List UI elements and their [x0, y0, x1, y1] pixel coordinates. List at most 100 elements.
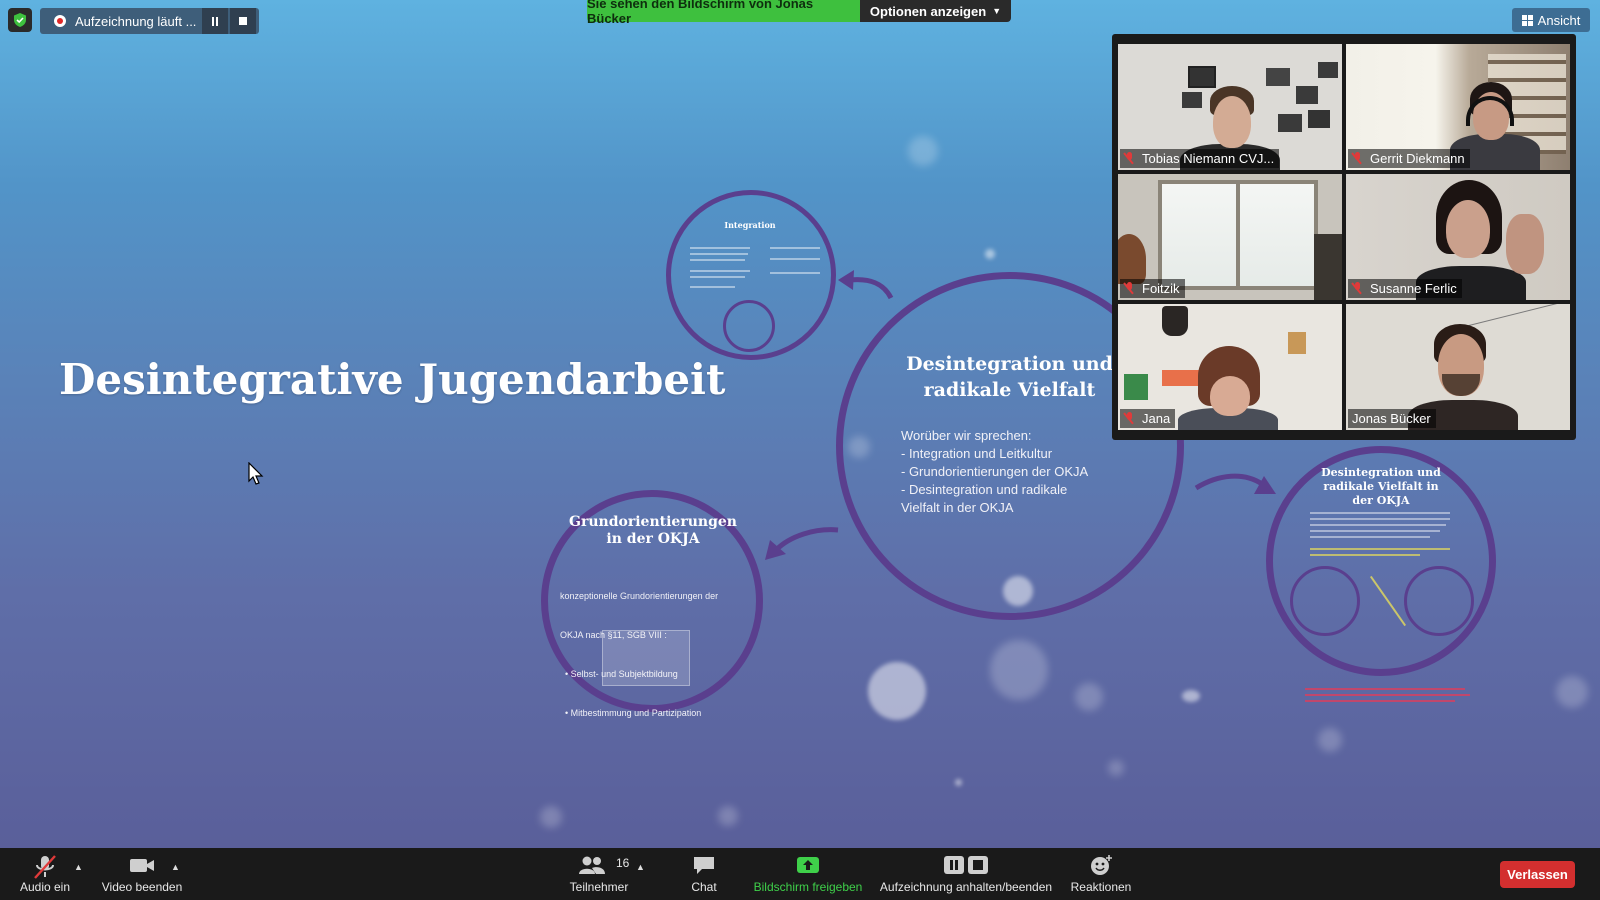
placeholder-text	[1310, 548, 1450, 550]
bokeh	[540, 806, 562, 828]
bokeh	[1318, 728, 1342, 752]
face	[1213, 96, 1251, 148]
audio-button[interactable]: Audio ein	[8, 848, 82, 900]
participant-tile[interactable]: Susanne Ferlic	[1346, 174, 1570, 300]
participant-gallery: Tobias Niemann CVJ... Gerrit Diekmann Fo…	[1112, 34, 1576, 440]
wall-picture	[1296, 86, 1318, 104]
placeholder-text	[770, 258, 820, 260]
chevron-down-icon: ▼	[992, 6, 1002, 16]
recording-control-label: Aufzeichnung anhalten/beenden	[879, 880, 1053, 894]
video-options-chevron-icon[interactable]: ▲	[171, 862, 180, 872]
mouse-cursor-icon	[248, 462, 264, 485]
placeholder-text	[690, 276, 745, 278]
mic-muted-icon	[34, 855, 56, 879]
wall-object	[1288, 332, 1306, 354]
recording-label: Aufzeichnung läuft ...	[75, 13, 197, 29]
participant-tile[interactable]: Foitzik	[1118, 174, 1342, 300]
shield-icon	[14, 13, 26, 27]
placeholder-text	[690, 253, 748, 255]
wall-picture	[1188, 66, 1216, 88]
participants-icon	[579, 856, 605, 874]
shared-screen: Aufzeichnung läuft ... Sie sehen den Bil…	[0, 0, 1600, 848]
recording-indicator: Aufzeichnung läuft ...	[40, 8, 259, 34]
placeholder-text	[770, 272, 820, 274]
slide-thumbnail	[602, 630, 690, 686]
participants-options-chevron-icon[interactable]: ▲	[636, 862, 645, 872]
stop-recording-button[interactable]	[230, 8, 256, 34]
sub-circle	[1290, 566, 1360, 636]
bokeh	[1556, 676, 1588, 708]
record-dot-icon	[54, 15, 66, 27]
bokeh	[1108, 760, 1124, 776]
placeholder-text	[1310, 530, 1440, 532]
wall-picture	[1318, 62, 1338, 78]
reactions-button[interactable]: Reaktionen	[1064, 848, 1138, 900]
integration-title: Integration	[724, 220, 776, 230]
participant-name-tag: Foitzik	[1120, 279, 1185, 298]
placeholder-text	[1310, 524, 1446, 526]
share-screen-button[interactable]: Bildschirm freigeben	[748, 848, 868, 900]
mic-muted-icon	[1352, 152, 1364, 165]
radikale-vielfalt-title: Desintegration und radikale Vielfalt in …	[1321, 466, 1441, 507]
hands	[1506, 214, 1544, 274]
bokeh	[908, 136, 938, 166]
grid-icon	[1521, 14, 1533, 26]
audio-options-chevron-icon[interactable]: ▲	[74, 862, 83, 872]
participant-name-tag: Jonas Bücker	[1348, 409, 1436, 428]
center-circle-title: Desintegration und radikale Vielfalt	[906, 353, 1113, 401]
bokeh	[868, 662, 926, 720]
bokeh	[1182, 690, 1200, 702]
share-banner: Sie sehen den Bildschirm von Jonas Bücke…	[587, 0, 1011, 26]
face	[1446, 200, 1490, 258]
participant-name-tag: Gerrit Diekmann	[1348, 149, 1470, 168]
smiley-icon	[1091, 855, 1112, 875]
mic-muted-icon	[1124, 282, 1136, 295]
placeholder-text	[1305, 688, 1465, 690]
meeting-toolbar: Audio ein ▲ Video beenden ▲ 16 Teilnehme…	[0, 848, 1600, 900]
participant-tile[interactable]: Jana	[1118, 304, 1342, 430]
chat-label: Chat	[691, 880, 717, 894]
chat-button[interactable]: Chat	[668, 848, 740, 900]
share-banner-label: Sie sehen den Bildschirm von Jonas Bücke…	[587, 0, 860, 26]
video-camera-icon	[130, 859, 154, 872]
poster	[1124, 374, 1148, 400]
placeholder-text	[690, 247, 750, 249]
lamp	[1162, 306, 1188, 336]
placeholder-text	[1310, 512, 1450, 514]
placeholder-text	[1305, 700, 1455, 702]
mic-muted-icon	[1124, 412, 1136, 425]
placeholder-text	[1310, 554, 1420, 556]
video-label: Video beenden	[101, 880, 183, 894]
placeholder-text	[690, 286, 735, 288]
recording-control-button[interactable]: Aufzeichnung anhalten/beenden	[876, 848, 1056, 900]
shelf	[1314, 234, 1342, 300]
wall-picture	[1266, 68, 1290, 86]
mic-muted-icon	[1352, 282, 1364, 295]
participant-tile-active[interactable]: Jonas Bücker	[1346, 304, 1570, 430]
face	[1210, 376, 1250, 416]
participant-tile[interactable]: Tobias Niemann CVJ...	[1118, 44, 1342, 170]
bokeh	[955, 779, 962, 786]
video-button[interactable]: Video beenden	[96, 848, 188, 900]
participant-name-tag: Susanne Ferlic	[1348, 279, 1462, 298]
security-shield[interactable]	[8, 8, 32, 32]
poster	[1162, 370, 1202, 386]
placeholder-text	[1310, 536, 1430, 538]
participant-tile[interactable]: Gerrit Diekmann	[1346, 44, 1570, 170]
participant-name-tag: Jana	[1120, 409, 1176, 428]
center-circle-body: Worüber wir sprechen: - Integration und …	[901, 428, 1089, 515]
participants-button[interactable]: 16 Teilnehmer	[556, 848, 642, 900]
bokeh	[1075, 683, 1103, 711]
leave-button[interactable]: Verlassen	[1500, 861, 1575, 888]
mic-muted-icon	[1124, 152, 1136, 165]
arrow-to-radikale-vielfalt-icon	[1194, 473, 1276, 494]
view-button[interactable]: Ansicht	[1512, 8, 1590, 32]
placeholder-text	[1305, 694, 1470, 696]
grundorientierungen-title: Grundorientierungen in der OKJA	[569, 514, 737, 547]
chat-icon	[694, 857, 714, 874]
bokeh	[985, 249, 995, 259]
options-button[interactable]: Optionen anzeigen ▼	[860, 0, 1011, 22]
pause-recording-button[interactable]	[202, 8, 228, 34]
pause-stop-icon	[944, 856, 988, 874]
sub-circle	[1404, 566, 1474, 636]
